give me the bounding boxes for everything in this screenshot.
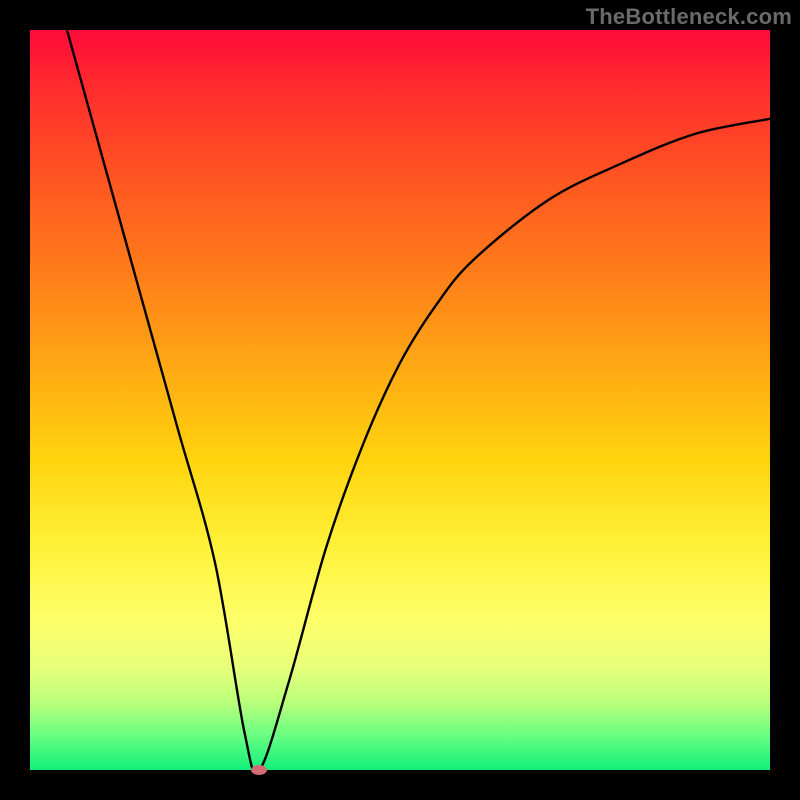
plot-area [30, 30, 770, 770]
chart-frame: TheBottleneck.com [0, 0, 800, 800]
watermark-text: TheBottleneck.com [586, 4, 792, 30]
minimum-marker [251, 765, 267, 775]
curve-svg [30, 30, 770, 770]
bottleneck-curve [67, 30, 770, 770]
